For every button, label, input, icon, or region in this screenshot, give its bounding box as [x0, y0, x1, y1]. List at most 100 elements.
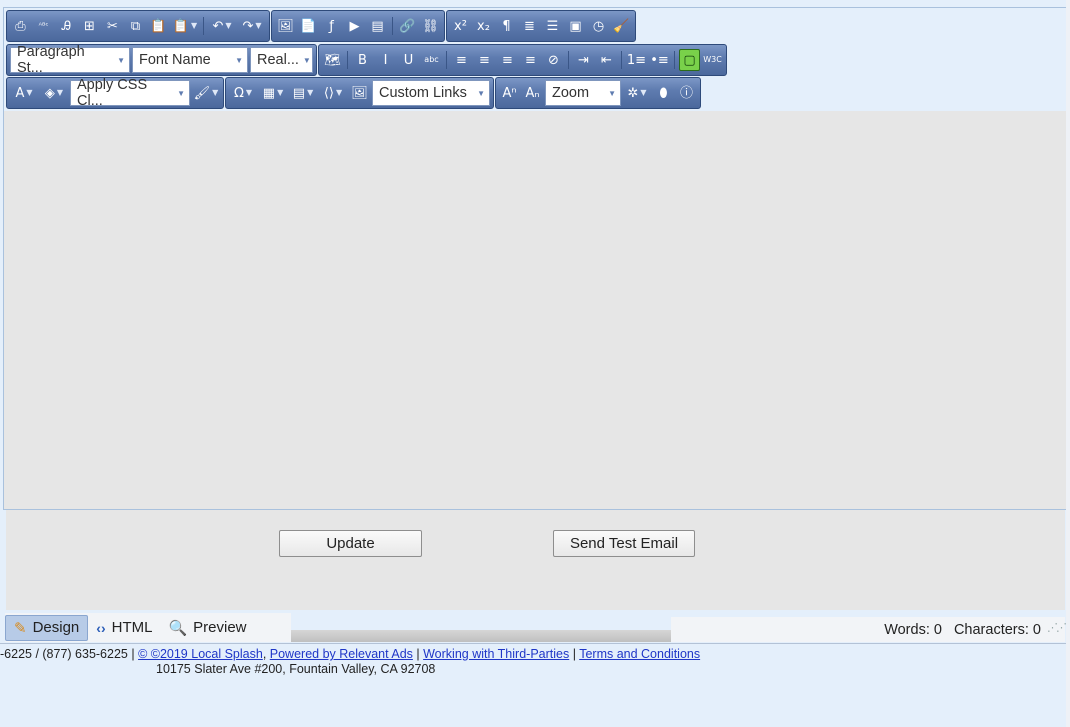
copyright-link[interactable]: © ©2019 Local Splash [138, 647, 263, 661]
xhtml-validator-button[interactable]: W3C [702, 49, 723, 71]
special-character-button[interactable]: Ω ▼ [229, 82, 257, 104]
toolbar-separator [674, 51, 675, 69]
tab-preview[interactable]: 🔍 Preview [160, 615, 254, 641]
css-class-select[interactable]: Apply CSS Cl... ▼ [70, 77, 190, 109]
spellcheck-button[interactable]: ᴬᴮᶜ [33, 15, 54, 37]
tab-design[interactable]: ✎ Design [5, 614, 89, 641]
terms-link[interactable]: Terms and Conditions [579, 647, 700, 661]
outdent-button[interactable]: ⇤ [596, 49, 617, 71]
paste-icon: 📋 [150, 18, 167, 34]
toolbar-group-fonts: Paragraph St... ▼ Font Name ▼ Real... ▼ [6, 44, 317, 76]
numbered-list-icon: 1≡ [626, 52, 647, 68]
redo-icon: ↷ [242, 18, 254, 34]
underline-button[interactable]: U [398, 49, 419, 71]
chevron-down-icon: ▼ [191, 21, 198, 30]
custom-links-select[interactable]: Custom Links ▼ [372, 80, 490, 106]
cut-button[interactable]: ✂ [102, 15, 123, 37]
image-map-button[interactable]: 🗺 [322, 49, 343, 71]
font-name-select[interactable]: Font Name ▼ [132, 47, 248, 73]
toolbar-row-2: Paragraph St... ▼ Font Name ▼ Real... ▼ … [6, 44, 727, 76]
form-element-button[interactable]: ▣ [565, 15, 586, 37]
find-replace-icon: Ꭿ [61, 18, 72, 34]
media-manager-button[interactable]: ▶ [344, 15, 365, 37]
page-bottom [0, 689, 1070, 727]
flash-manager-button[interactable]: ƒ [321, 15, 342, 37]
editor-statistics: Words: 0 Characters: 0 ⋰⋰ [671, 617, 1067, 642]
subscript-button[interactable]: x₂ [473, 15, 494, 37]
paragraph-style-select[interactable]: Paragraph St... ▼ [10, 44, 130, 76]
horizontal-rule-icon: ☰ [546, 18, 559, 34]
about-button[interactable]: ⓘ [676, 82, 697, 104]
insert-symbol-icon: ≣ [524, 18, 535, 34]
select-all-button[interactable]: ⊞ [79, 15, 100, 37]
module-manager-button[interactable]: ✲ ▼ [623, 82, 651, 104]
superscript-button[interactable]: x² [450, 15, 471, 37]
word-count: Words: 0 [884, 621, 942, 638]
unlink-button[interactable]: ⛓ [420, 15, 441, 37]
editor-mode-tabs: ✎ Design ‹› HTML 🔍 Preview [5, 613, 291, 642]
resize-grip-icon[interactable]: ⋰⋰ [1047, 621, 1067, 634]
outdent-icon: ⇤ [601, 52, 612, 68]
custom-links-value: Custom Links [379, 85, 467, 101]
horizontal-rule-button[interactable]: ☰ [542, 15, 563, 37]
module-manager-icon: ✲ [627, 85, 639, 101]
align-right-button[interactable]: ≡ [497, 49, 518, 71]
italic-button[interactable]: I [375, 49, 396, 71]
bulleted-list-button[interactable]: •≡ [649, 49, 670, 71]
back-color-button[interactable]: ◈ ▼ [40, 82, 68, 104]
paragraph-button[interactable]: ¶ [496, 15, 517, 37]
zoom-select[interactable]: Zoom ▼ [545, 80, 621, 106]
bold-button[interactable]: B [352, 49, 373, 71]
bulleted-list-icon: •≡ [650, 52, 669, 68]
format-stripper-button[interactable]: 🧹 [611, 15, 632, 37]
insert-table-button[interactable]: ▦ ▼ [259, 82, 287, 104]
remove-alignment-button[interactable]: ⊘ [543, 49, 564, 71]
special-character-icon: Ω [233, 85, 244, 101]
font-size-select[interactable]: Real... ▼ [250, 47, 313, 73]
redo-button[interactable]: ↷ ▼ [238, 15, 266, 37]
toggle-border-button[interactable]: ▢ [679, 49, 700, 71]
custom-html-button[interactable]: ⟨⟩ ▼ [319, 82, 347, 104]
undo-button[interactable]: ↶ ▼ [208, 15, 236, 37]
powered-by-link[interactable]: Powered by Relevant Ads [270, 647, 413, 661]
third-parties-link[interactable]: Working with Third-Parties [423, 647, 569, 661]
chevron-down-icon: ▼ [608, 88, 616, 98]
track-changes-button[interactable]: ⬮ [653, 82, 674, 104]
find-replace-button[interactable]: Ꭿ [56, 15, 77, 37]
numbered-list-button[interactable]: 1≡ [626, 49, 647, 71]
font-size-increase-button[interactable]: Aⁿ [499, 82, 520, 104]
format-painter-button[interactable]: 🖌 ▼ [192, 82, 220, 104]
align-center-button[interactable]: ≡ [474, 49, 495, 71]
strikethrough-button[interactable]: abc [421, 49, 442, 71]
insert-symbol-button[interactable]: ≣ [519, 15, 540, 37]
image-map-icon: 🗺 [324, 52, 341, 68]
fore-color-button[interactable]: A ▼ [10, 82, 38, 104]
insert-image-icon: 🖼 [351, 85, 368, 101]
template-manager-button[interactable]: ▤ [367, 15, 388, 37]
document-manager-button[interactable]: 📄 [298, 15, 319, 37]
update-button[interactable]: Update [279, 530, 422, 557]
snippet-button[interactable]: ▤ ▼ [289, 82, 317, 104]
font-size-decrease-button[interactable]: Aₙ [522, 82, 543, 104]
format-painter-icon: 🖌 [193, 85, 211, 101]
chevron-down-icon: ▼ [245, 88, 253, 97]
print-icon: ⎙ [15, 18, 26, 34]
insert-date-button[interactable]: ◷ [588, 15, 609, 37]
link-button[interactable]: 🔗 [397, 15, 418, 37]
justify-button[interactable]: ≡ [520, 49, 541, 71]
superscript-icon: x² [454, 18, 467, 34]
copy-button[interactable]: ⧉ [125, 15, 146, 37]
print-button[interactable]: ⎙ [10, 15, 31, 37]
paragraph-style-value: Paragraph St... [17, 44, 85, 76]
paste-options-button[interactable]: 📋 ▼ [171, 15, 199, 37]
editor-toolbar: ⎙ ᴬᴮᶜ Ꭿ ⊞ ✂ ⧉ 📋 📋 ▼ ↶ ▼ ↷ ▼ 🖼 📄 ƒ ▶ ▤ 🔗 ⛓ x² x₂ ¶ ≣ ☰ ▣ ◷ 🧹 Parag… [4, 8, 1066, 111]
tab-html[interactable]: ‹› HTML [88, 615, 160, 641]
paste-button[interactable]: 📋 [148, 15, 169, 37]
image-manager-button[interactable]: 🖼 [275, 15, 296, 37]
indent-button[interactable]: ⇥ [573, 49, 594, 71]
send-test-email-button[interactable]: Send Test Email [553, 530, 695, 557]
insert-image-button[interactable]: 🖼 [349, 82, 370, 104]
subscript-icon: x₂ [477, 18, 490, 34]
align-left-button[interactable]: ≡ [451, 49, 472, 71]
chevron-down-icon: ▼ [225, 21, 232, 30]
